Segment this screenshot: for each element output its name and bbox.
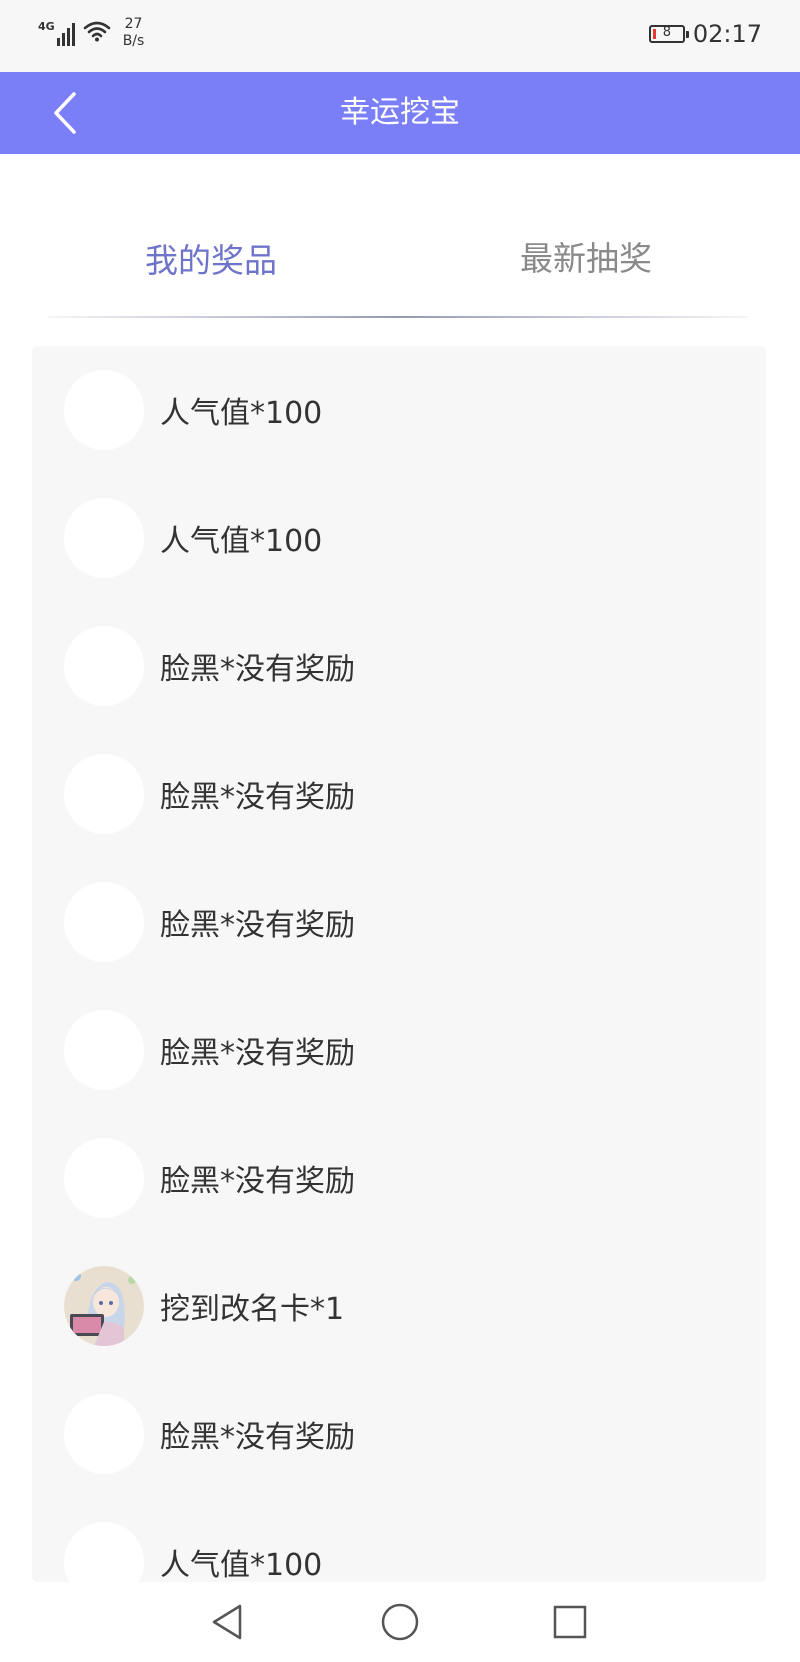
prize-label: 人气值*100	[160, 524, 323, 559]
list-item[interactable]: 脸黑*没有奖励	[32, 986, 766, 1114]
triangle-back-icon	[212, 1604, 242, 1640]
app-screen: 4G 27 B/s 8 02:17 幸运挖宝 我的奖品 最新抽奖 人气值*100…	[0, 0, 800, 1662]
network-type: 4G	[38, 20, 55, 33]
tab-bar: 我的奖品 最新抽奖	[0, 154, 800, 322]
square-recents-icon	[553, 1605, 587, 1639]
system-nav-bar	[0, 1582, 800, 1662]
prize-label: 人气值*100	[160, 396, 323, 431]
list-item[interactable]: 脸黑*没有奖励	[32, 858, 766, 986]
status-left: 4G 27 B/s	[38, 16, 144, 50]
status-bar: 4G 27 B/s 8 02:17	[0, 0, 800, 72]
avatar	[64, 370, 144, 450]
list-item[interactable]: 脸黑*没有奖励	[32, 1370, 766, 1498]
prize-label: 脸黑*没有奖励	[160, 1420, 355, 1455]
prize-label: 脸黑*没有奖励	[160, 780, 355, 815]
clock: 02:17	[692, 20, 762, 48]
avatar	[64, 498, 144, 578]
list-item[interactable]: 脸黑*没有奖励	[32, 730, 766, 858]
circle-home-icon	[381, 1603, 419, 1641]
list-item[interactable]: 挖到改名卡*1	[32, 1242, 766, 1370]
avatar	[64, 754, 144, 834]
avatar	[64, 1010, 144, 1090]
prize-list: 人气值*100 人气值*100 脸黑*没有奖励 脸黑*没有奖励 脸黑*没有奖励 …	[32, 346, 766, 1582]
prize-label: 脸黑*没有奖励	[160, 652, 355, 687]
prize-label: 脸黑*没有奖励	[160, 908, 355, 943]
tab-my-prizes[interactable]: 我的奖品	[145, 234, 277, 282]
app-bar: 幸运挖宝	[0, 72, 800, 154]
battery-level: 8	[662, 25, 671, 40]
tab-divider	[48, 316, 748, 318]
wifi-icon	[83, 20, 111, 46]
list-item[interactable]: 人气值*100	[32, 474, 766, 602]
network-speed: 27 B/s	[123, 16, 145, 50]
nav-recents-button[interactable]	[548, 1600, 592, 1644]
avatar	[64, 1394, 144, 1474]
battery-icon: 8	[648, 25, 689, 43]
nav-back-button[interactable]	[206, 1600, 250, 1644]
speed-value: 27	[124, 16, 143, 32]
prize-label: 挖到改名卡*1	[160, 1292, 345, 1327]
speed-unit: B/s	[122, 33, 145, 49]
prize-label: 脸黑*没有奖励	[160, 1164, 355, 1199]
avatar	[64, 626, 144, 706]
list-item[interactable]: 脸黑*没有奖励	[32, 602, 766, 730]
nav-home-button[interactable]	[378, 1600, 422, 1644]
avatar	[64, 1522, 144, 1582]
prize-label: 人气值*100	[160, 1548, 323, 1582]
avatar	[64, 1138, 144, 1218]
list-item[interactable]: 人气值*100	[32, 1498, 766, 1582]
page-title: 幸运挖宝	[340, 95, 460, 130]
prize-label: 脸黑*没有奖励	[160, 1036, 355, 1071]
tab-latest-draws[interactable]: 最新抽奖	[520, 232, 652, 280]
list-item[interactable]: 人气值*100	[32, 346, 766, 474]
list-item[interactable]: 脸黑*没有奖励	[32, 1114, 766, 1242]
status-right: 8 02:17	[648, 20, 762, 48]
user-avatar-image	[64, 1266, 144, 1346]
avatar	[64, 882, 144, 962]
signal-icon	[56, 16, 75, 46]
